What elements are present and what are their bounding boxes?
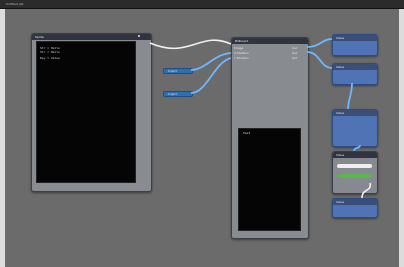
- wire-value-2-to-value-3[interactable]: [347, 82, 353, 110]
- wire-value-4-to-value-5[interactable]: [361, 182, 372, 199]
- editor-window: Untitled.qtz Sprite Str = Hello Str = He…: [0, 0, 404, 267]
- wire-sprite-to-billboard[interactable]: [149, 39, 232, 50]
- wire-input-2-to-billboard[interactable]: [190, 57, 232, 94]
- wire-value-3-to-value-4[interactable]: [353, 144, 361, 152]
- wire-billboard-to-value-2[interactable]: [306, 51, 333, 69]
- wire-billboard-to-value-1[interactable]: [306, 38, 333, 48]
- wires: [149, 38, 372, 199]
